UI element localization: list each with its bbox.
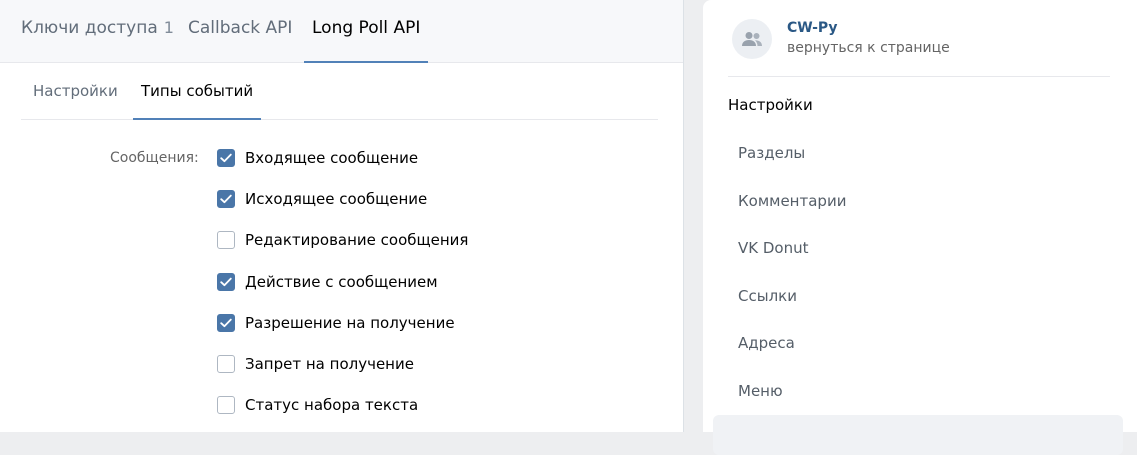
tab-access-keys-label: Ключи доступа bbox=[21, 18, 158, 38]
checkbox-label: Действие с сообщением bbox=[245, 273, 438, 291]
tab-long-poll-api-label: Long Poll API bbox=[312, 18, 421, 38]
checkbox-checked[interactable] bbox=[217, 273, 235, 291]
sidebar-heading: Настройки bbox=[728, 96, 813, 114]
event-checkbox-row[interactable]: Действие с сообщением bbox=[217, 272, 438, 292]
community-sidebar: CW-Py вернуться к странице Настройки Раз… bbox=[703, 0, 1137, 455]
tab-access-keys[interactable]: Ключи доступа 1 bbox=[21, 0, 174, 62]
sidebar-item-sections[interactable]: Разделы bbox=[738, 144, 805, 162]
subtab-event-types-label: Типы событий bbox=[141, 82, 254, 100]
active-subtab-indicator bbox=[133, 118, 262, 120]
checkbox-checked[interactable] bbox=[217, 314, 235, 332]
avatar[interactable] bbox=[732, 19, 772, 59]
subtab-settings-label: Настройки bbox=[33, 82, 118, 100]
event-checkbox-row[interactable]: Редактирование сообщения bbox=[217, 230, 468, 250]
checkbox-checked[interactable] bbox=[217, 149, 235, 167]
checkbox-label: Редактирование сообщения bbox=[245, 231, 469, 249]
subtab-settings[interactable]: Настройки bbox=[33, 63, 118, 119]
checkbox-label: Статус набора текста bbox=[245, 396, 419, 414]
sidebar-item-comments[interactable]: Комментарии bbox=[738, 192, 846, 210]
checkmark-icon bbox=[220, 318, 232, 328]
tab-long-poll-api[interactable]: Long Poll API bbox=[304, 0, 429, 63]
event-checkbox-row[interactable]: Входящее сообщение bbox=[217, 148, 418, 168]
checkmark-icon bbox=[220, 194, 232, 204]
event-checkbox-row[interactable]: Запрет на получение bbox=[217, 354, 414, 374]
checkbox-label: Запрет на получение bbox=[245, 355, 414, 373]
tab-access-keys-count: 1 bbox=[163, 18, 174, 37]
event-checkbox-row[interactable]: Разрешение на получение bbox=[217, 313, 455, 333]
checkbox-label: Разрешение на получение bbox=[245, 314, 455, 332]
sidebar-item-links[interactable]: Ссылки bbox=[738, 287, 797, 305]
api-tabs: Ключи доступа 1 Callback API Long Poll AP… bbox=[0, 0, 683, 63]
sidebar-item-partial[interactable] bbox=[713, 415, 1123, 455]
tab-callback-api[interactable]: Callback API bbox=[188, 0, 292, 62]
checkbox-label: Входящее сообщение bbox=[245, 149, 419, 167]
sidebar-item-menu[interactable]: Меню bbox=[738, 382, 783, 400]
group-icon bbox=[742, 32, 762, 46]
checkbox-unchecked[interactable] bbox=[217, 396, 235, 414]
sidebar-item-vk-donut[interactable]: VK Donut bbox=[738, 239, 809, 257]
subtab-event-types[interactable]: Типы событий bbox=[133, 63, 262, 120]
event-checkbox-row[interactable]: Исходящее сообщение bbox=[217, 189, 427, 209]
settings-panel: Ключи доступа 1 Callback API Long Poll AP… bbox=[0, 0, 684, 432]
divider bbox=[728, 76, 1110, 77]
messages-group-label: Сообщения: bbox=[110, 150, 199, 166]
event-checkbox-row[interactable]: Статус набора текста bbox=[217, 395, 418, 415]
checkmark-icon bbox=[220, 153, 232, 163]
checkmark-icon bbox=[220, 277, 232, 287]
long-poll-subtabs: Настройки Типы событий bbox=[21, 63, 658, 120]
checkbox-unchecked[interactable] bbox=[217, 355, 235, 373]
group-name-link[interactable]: CW-Py bbox=[787, 20, 838, 36]
checkbox-checked[interactable] bbox=[217, 190, 235, 208]
checkbox-unchecked[interactable] bbox=[217, 231, 235, 249]
sidebar-item-addresses[interactable]: Адреса bbox=[738, 334, 795, 352]
tab-callback-api-label: Callback API bbox=[188, 18, 293, 38]
back-to-page-link[interactable]: вернуться к странице bbox=[787, 40, 950, 56]
checkbox-label: Исходящее сообщение bbox=[245, 190, 428, 208]
